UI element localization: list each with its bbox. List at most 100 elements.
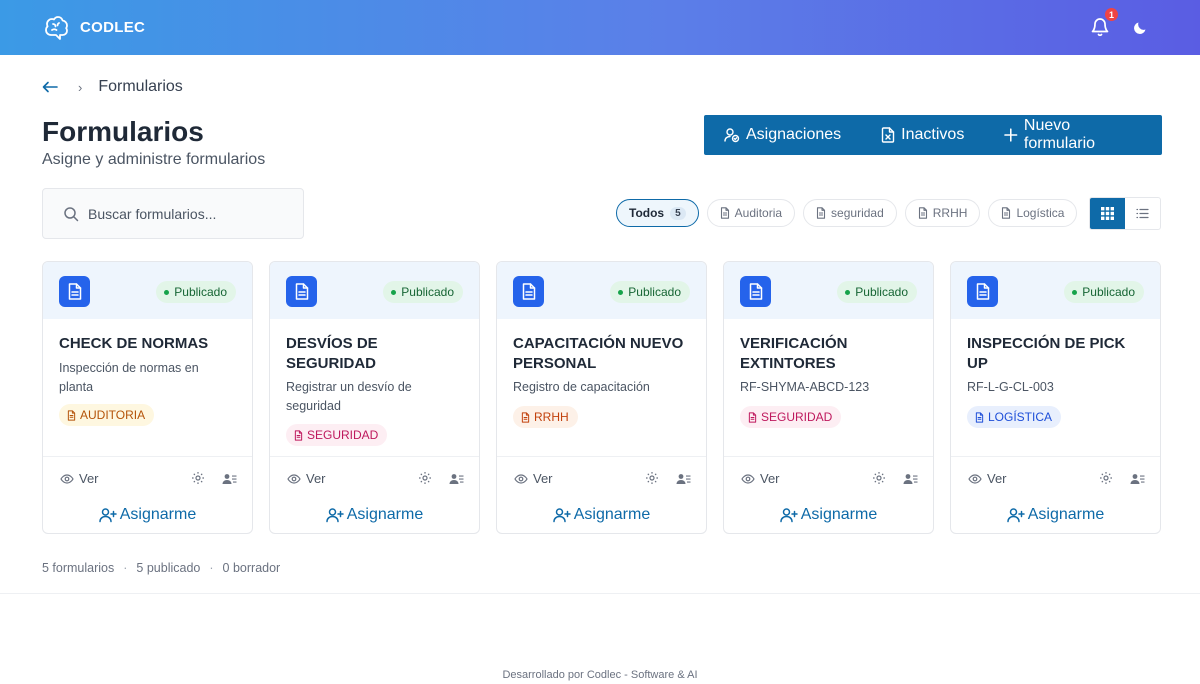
filter-rrhh[interactable]: RRHH [904, 199, 981, 227]
status-badge: Publicado [610, 281, 690, 303]
users-list-icon [1130, 474, 1145, 484]
file-icon [521, 411, 530, 423]
gear-icon [419, 472, 431, 484]
gear-icon [646, 472, 658, 484]
users-button[interactable] [903, 472, 918, 490]
card-title: INSPECCIÓN DE PICK UP [967, 335, 1126, 372]
settings-button[interactable] [645, 471, 659, 490]
eye-icon [741, 473, 755, 484]
card-description: RF-SHYMA-ABCD-123 [740, 380, 870, 394]
search-icon [64, 206, 79, 221]
form-card[interactable]: Publicado VERIFICACIÓN EXTINTORES RF-SHY… [723, 261, 934, 534]
plus-icon [1004, 128, 1018, 142]
search-box[interactable] [42, 188, 304, 239]
settings-button[interactable] [418, 471, 432, 490]
card-title: VERIFICACIÓN EXTINTORES [740, 335, 848, 372]
assign-me-button[interactable]: Asignarme [951, 506, 1160, 524]
file-icon [294, 429, 303, 441]
form-card[interactable]: Publicado INSPECCIÓN DE PICK UP RF-L-G-C… [950, 261, 1161, 534]
grid-icon [1101, 207, 1114, 220]
card-header: Publicado [951, 262, 1160, 319]
brain-logo-icon [42, 13, 72, 43]
filter-logistica[interactable]: Logística [988, 199, 1078, 227]
inactive-label: Inactivos [901, 126, 965, 143]
filter-all-count: 5 [670, 206, 686, 220]
card-divider [951, 456, 1160, 457]
notifications-button[interactable]: 1 [1088, 8, 1118, 40]
summary-separator: · [123, 561, 128, 575]
assign-me-button[interactable]: Asignarme [497, 506, 706, 524]
assign-me-button[interactable]: Asignarme [270, 506, 479, 524]
form-card[interactable]: Publicado DESVÍOS DE SEGURIDAD Registrar… [269, 261, 480, 534]
list-icon [1136, 208, 1149, 219]
user-assign-icon [724, 128, 740, 143]
assignments-label: Asignaciones [746, 126, 842, 143]
users-button[interactable] [1130, 472, 1145, 490]
status-dot-icon [164, 289, 170, 295]
category-tag-label: RRHH [534, 410, 569, 424]
view-button[interactable]: Ver [60, 471, 99, 486]
assignments-button[interactable]: Asignaciones [704, 115, 861, 155]
file-icon [1002, 207, 1011, 219]
category-filters: Todos 5 Auditoria seguridad RRHH Logísti… [616, 199, 1078, 227]
status-dot-icon [1072, 289, 1078, 295]
filter-seguridad[interactable]: seguridad [803, 199, 897, 227]
settings-button[interactable] [191, 471, 205, 490]
filter-all[interactable]: Todos 5 [616, 199, 699, 227]
users-list-icon [676, 474, 691, 484]
gear-icon [192, 472, 204, 484]
gear-icon [873, 472, 885, 484]
footer-credit: Desarrollado por Codlec - Software & AI [502, 669, 698, 681]
inactive-button[interactable]: Inactivos [861, 115, 984, 155]
status-dot-icon [845, 289, 851, 295]
card-header: Publicado [270, 262, 479, 319]
brand[interactable]: CODLEC [42, 13, 145, 43]
view-button[interactable]: Ver [514, 471, 553, 486]
view-button[interactable]: Ver [287, 471, 326, 486]
search-input[interactable] [88, 205, 288, 222]
filter-logistica-label: Logística [1016, 206, 1065, 220]
action-bar: Asignaciones Inactivos Nuevo formulario [704, 115, 1162, 155]
forms-summary: 5 formularios · 5 publicado · 0 borrador [42, 561, 280, 575]
card-header: Publicado [497, 262, 706, 319]
list-view-button[interactable] [1125, 198, 1160, 229]
form-card[interactable]: Publicado CAPACITACIÓN NUEVO PERSONAL Re… [496, 261, 707, 534]
assign-me-button[interactable]: Asignarme [724, 506, 933, 524]
filter-rrhh-label: RRHH [932, 206, 968, 220]
card-header: Publicado [43, 262, 252, 319]
document-icon [740, 276, 771, 307]
users-button[interactable] [449, 472, 464, 490]
top-bar: CODLEC 1 [0, 0, 1200, 55]
assign-me-label: Asignarme [800, 506, 878, 523]
view-button[interactable]: Ver [741, 471, 780, 486]
category-tag-label: SEGURIDAD [761, 410, 833, 424]
view-button[interactable]: Ver [968, 471, 1007, 486]
form-card[interactable]: Publicado CHECK DE NORMAS Inspección de … [42, 261, 253, 534]
users-button[interactable] [222, 472, 237, 490]
category-tag: LOGÍSTICA [967, 406, 1062, 428]
moon-icon [1134, 22, 1146, 34]
new-form-button[interactable]: Nuevo formulario [984, 115, 1162, 155]
user-plus-icon [99, 508, 117, 523]
settings-button[interactable] [872, 471, 886, 490]
status-label: Publicado [401, 285, 454, 299]
footer-divider [0, 593, 1200, 594]
user-plus-icon [780, 508, 798, 523]
dark-mode-toggle[interactable] [1130, 16, 1152, 38]
category-tag-label: LOGÍSTICA [988, 410, 1053, 424]
filter-seguridad-label: seguridad [831, 206, 884, 220]
assign-me-button[interactable]: Asignarme [43, 506, 252, 524]
settings-button[interactable] [1099, 471, 1113, 490]
card-divider [497, 456, 706, 457]
card-divider [270, 456, 479, 457]
status-badge: Publicado [383, 281, 463, 303]
filter-all-label: Todos [629, 206, 665, 220]
user-plus-icon [553, 508, 571, 523]
eye-icon [287, 473, 301, 484]
users-list-icon [903, 474, 918, 484]
users-button[interactable] [676, 472, 691, 490]
filter-auditoria[interactable]: Auditoria [706, 199, 796, 227]
file-icon [720, 207, 729, 219]
grid-view-button[interactable] [1090, 198, 1125, 229]
back-arrow-icon[interactable] [42, 77, 60, 98]
